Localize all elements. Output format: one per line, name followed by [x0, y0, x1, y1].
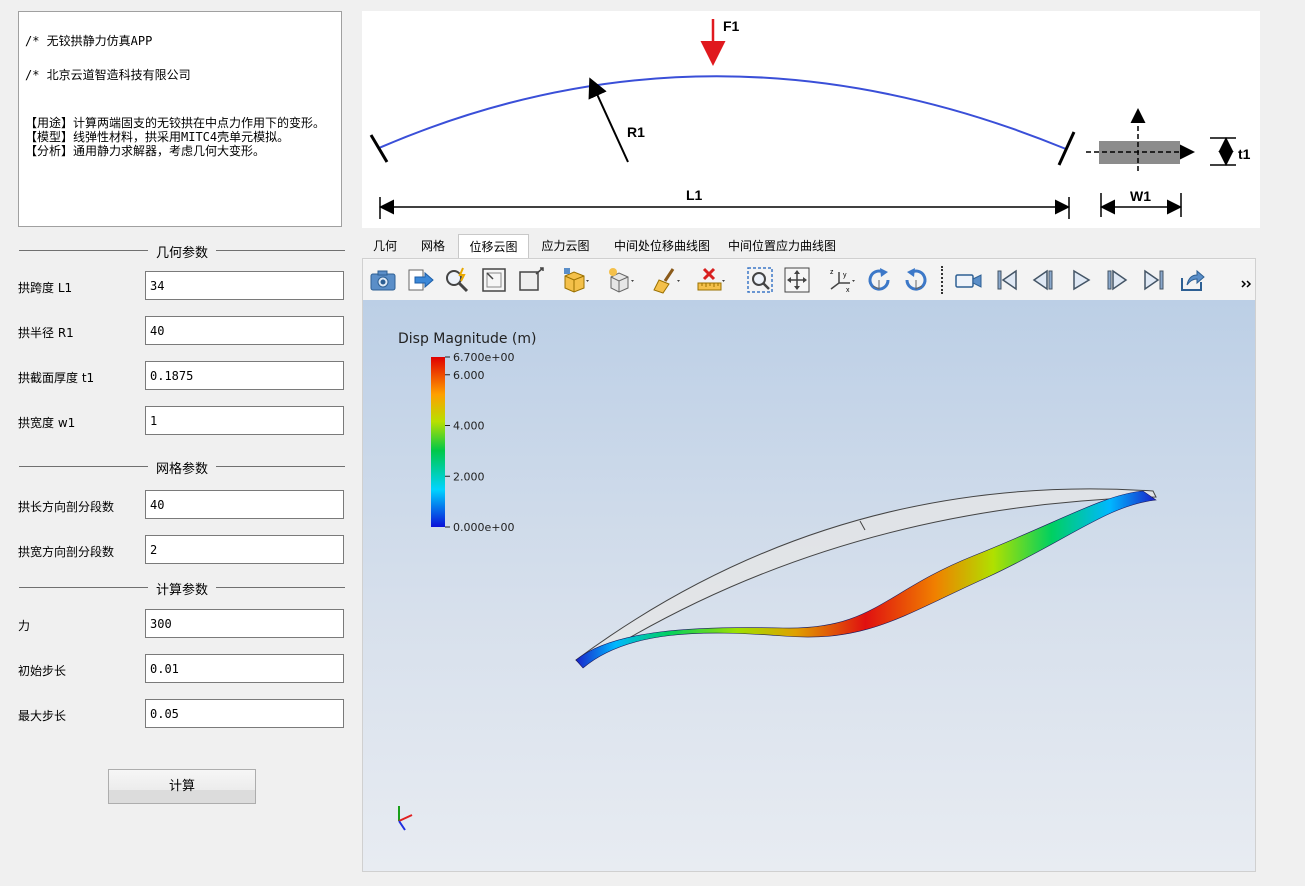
legend-min-label: 0.000e+00 — [453, 521, 514, 534]
length-divisions-label: 拱长方向剖分段数 — [18, 500, 115, 514]
play-icon[interactable] — [1066, 265, 1096, 295]
section-compute-title: 计算参数 — [147, 583, 216, 598]
section-geometry-title: 几何参数 — [147, 246, 216, 261]
f1-label: F1 — [723, 18, 740, 34]
zoom-fit-icon[interactable] — [479, 265, 509, 295]
legend-title: Disp Magnitude (m) — [398, 331, 536, 347]
tab-geometry[interactable]: 几何 — [362, 234, 408, 258]
box-settings-dropdown-icon[interactable] — [605, 265, 635, 295]
t1-label: t1 — [1238, 146, 1251, 162]
tab-mid-displacement-curve[interactable]: 中间处位移曲线图 — [602, 234, 722, 258]
desc-model: 【模型】线弹性材料，拱采用MITC4壳单元模拟。 — [25, 130, 290, 144]
clear-brush-icon[interactable] — [651, 265, 681, 295]
export-icon[interactable] — [405, 265, 435, 295]
tab-mid-stress-curve[interactable]: 中间位置应力曲线图 — [722, 234, 842, 258]
legend-tick-label: 2.000 — [453, 470, 485, 483]
length-divisions-input[interactable] — [145, 490, 344, 519]
legend-tick-label: 6.000 — [453, 369, 485, 382]
legend-ticks: 6.700e+00 6.000 4.000 2.000 0.000e+00 — [445, 351, 514, 534]
box-dropdown-icon[interactable] — [560, 265, 590, 295]
arch-schematic: F1 R1 L1 t1 W1 — [362, 11, 1260, 228]
max-step-label: 最大步长 — [18, 709, 67, 723]
tab-stress[interactable]: 应力云图 — [529, 234, 602, 258]
max-step-input[interactable] — [145, 699, 344, 728]
arch-curve — [378, 75, 1067, 150]
rotate-ccw-icon[interactable] — [901, 265, 931, 295]
last-frame-icon[interactable] — [1139, 265, 1169, 295]
legend-tick-label: 4.000 — [453, 420, 485, 433]
export-animation-icon[interactable] — [1177, 265, 1207, 295]
width-divisions-label: 拱宽方向剖分段数 — [18, 545, 115, 559]
legend-colorbar — [431, 357, 445, 527]
more-icon[interactable] — [1231, 265, 1252, 295]
pan-icon[interactable] — [782, 265, 812, 295]
legend-max-label: 6.700e+00 — [453, 351, 514, 364]
force-input[interactable] — [145, 609, 344, 638]
span-input[interactable] — [145, 271, 344, 300]
force-label: 力 — [18, 619, 31, 633]
right-support — [1057, 131, 1076, 166]
initial-step-input[interactable] — [145, 654, 344, 683]
w1-label: W1 — [1130, 188, 1151, 204]
tab-displacement[interactable]: 位移云图 — [458, 234, 529, 258]
svg-text:x: x — [846, 287, 850, 294]
left-support — [369, 134, 389, 163]
axes-orient-icon[interactable]: z y x — [826, 265, 856, 295]
width-label: 拱宽度 w1 — [18, 416, 76, 430]
rotate-cw-icon[interactable] — [864, 265, 894, 295]
ruler-delete-icon[interactable] — [695, 265, 725, 295]
tab-mesh[interactable]: 网格 — [408, 234, 458, 258]
thickness-input[interactable] — [145, 361, 344, 390]
width-divisions-input[interactable] — [145, 535, 344, 564]
initial-step-label: 初始步长 — [18, 664, 67, 678]
section-mesh-header: 网格参数 — [19, 459, 345, 477]
render-viewport[interactable]: Disp Magnitude (m) 6.700e+00 6.000 4.000 2.… — [363, 300, 1255, 871]
svg-text:y: y — [843, 272, 847, 279]
toolbar-separator — [941, 266, 945, 294]
prev-frame-icon[interactable] — [1028, 265, 1058, 295]
desc-company-line: /* 北京云道智造科技有限公司 — [25, 68, 191, 82]
section-mesh-title: 网格参数 — [147, 462, 216, 477]
section-compute-header: 计算参数 — [19, 580, 345, 598]
orientation-axes — [398, 806, 413, 831]
radius-input[interactable] — [145, 316, 344, 345]
radius-arrow — [588, 77, 629, 163]
span-label: 拱跨度 L1 — [18, 281, 73, 295]
r1-label: R1 — [627, 124, 645, 140]
first-frame-icon[interactable] — [992, 265, 1022, 295]
desc-title-line: /* 无铰拱静力仿真APP — [25, 34, 153, 48]
next-frame-icon[interactable] — [1102, 265, 1132, 295]
width-input[interactable] — [145, 406, 344, 435]
view-toolbar: z y x — [363, 260, 1255, 300]
thickness-label: 拱截面厚度 t1 — [18, 371, 95, 385]
section-geometry-header: 几何参数 — [19, 243, 345, 261]
camera-icon[interactable] — [368, 265, 398, 295]
probe-icon[interactable] — [442, 265, 472, 295]
zoom-box-icon[interactable] — [745, 265, 775, 295]
calculate-button[interactable]: 计算 — [108, 769, 256, 804]
app-description: /* 无铰拱静力仿真APP /* 北京云道智造科技有限公司 【用途】计算两端固支… — [18, 11, 342, 227]
video-camera-icon[interactable] — [954, 265, 984, 295]
desc-usage: 【用途】计算两端固支的无铰拱在中点力作用下的变形。 — [25, 116, 326, 130]
svg-text:z: z — [830, 269, 834, 276]
desc-analysis: 【分析】通用静力求解器，考虑几何大变形。 — [25, 144, 266, 158]
radius-label: 拱半径 R1 — [18, 326, 74, 340]
reset-view-icon[interactable] — [516, 265, 546, 295]
l1-label: L1 — [686, 187, 703, 203]
